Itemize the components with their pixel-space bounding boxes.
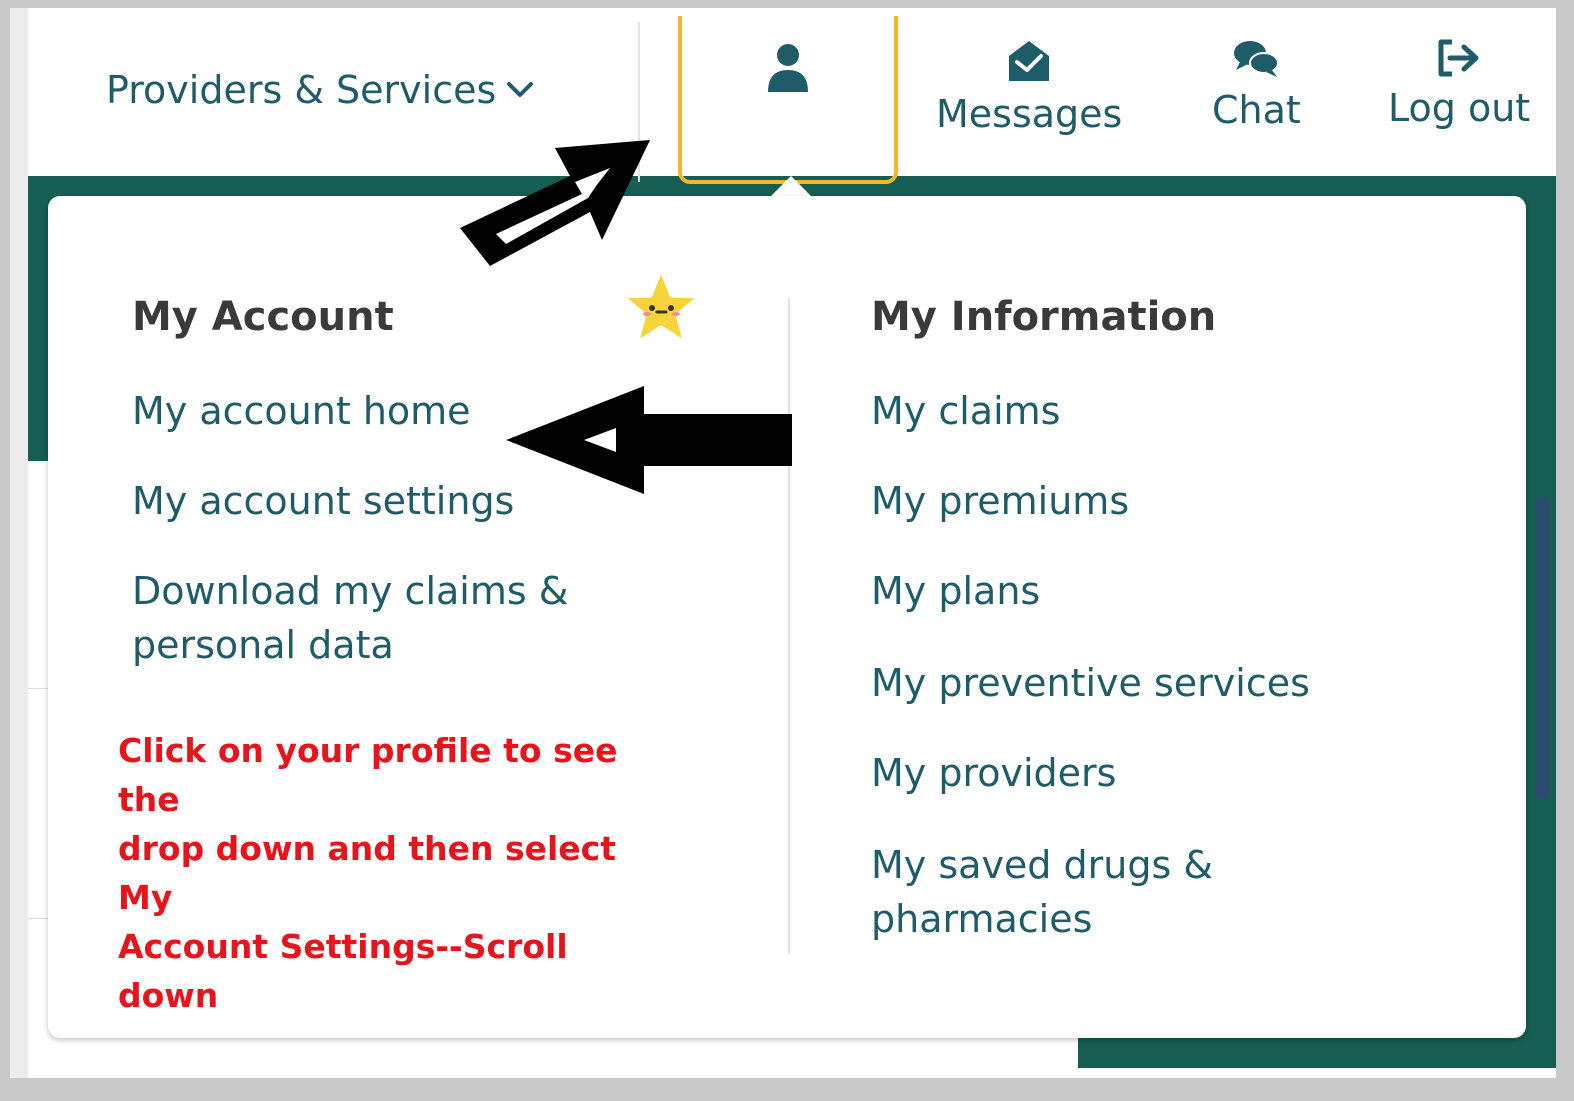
arrow-icon [460, 140, 650, 266]
download-claims-link[interactable]: Download my claims & personal data [132, 564, 568, 672]
download-claims-line1: Download my claims & [132, 569, 569, 613]
my-claims-link[interactable]: My claims [871, 384, 1060, 438]
providers-services-label: Providers & Services [106, 68, 497, 112]
my-plans-link[interactable]: My plans [871, 564, 1040, 618]
my-saved-drugs-line2: pharmacies [871, 897, 1093, 941]
envelope-open-icon [1009, 41, 1050, 81]
my-account-settings-link[interactable]: My account settings [132, 474, 514, 528]
arrow-icon [506, 386, 792, 494]
logout-label: Log out [1388, 86, 1531, 130]
logout-button[interactable]: Log out [1388, 38, 1530, 130]
profile-button[interactable] [678, 16, 898, 184]
chat-bubbles-icon [1234, 41, 1280, 77]
annotation-line-2: drop down and then select My [118, 829, 616, 917]
my-account-heading: My Account [132, 294, 394, 340]
annotation-line-1: Click on your profile to see the [118, 731, 618, 819]
download-claims-line2: personal data [132, 623, 394, 667]
my-saved-drugs-line1: My saved drugs & [871, 843, 1213, 887]
my-preventive-services-link[interactable]: My preventive services [871, 656, 1310, 710]
user-icon [768, 44, 808, 92]
my-saved-drugs-link[interactable]: My saved drugs & pharmacies [871, 838, 1213, 946]
chat-label: Chat [1212, 88, 1301, 132]
app-screen: Providers & Services Messages Chat Log o… [10, 8, 1556, 1078]
my-providers-link[interactable]: My providers [871, 746, 1116, 800]
messages-button[interactable]: Messages [936, 38, 1122, 136]
chat-button[interactable]: Chat [1212, 38, 1301, 132]
annotation-note: Click on your profile to see the drop do… [118, 726, 678, 1020]
my-information-heading: My Information [871, 294, 1217, 340]
providers-services-menu[interactable]: Providers & Services [106, 60, 534, 120]
messages-label: Messages [936, 92, 1123, 136]
left-strip [10, 8, 28, 1078]
annotation-line-3: Account Settings--Scroll down [118, 927, 568, 1015]
my-account-home-link[interactable]: My account home [132, 384, 471, 438]
background-edge [1536, 498, 1550, 798]
my-premiums-link[interactable]: My premiums [871, 474, 1129, 528]
sign-out-icon [1438, 39, 1479, 77]
chevron-down-icon [507, 82, 534, 97]
